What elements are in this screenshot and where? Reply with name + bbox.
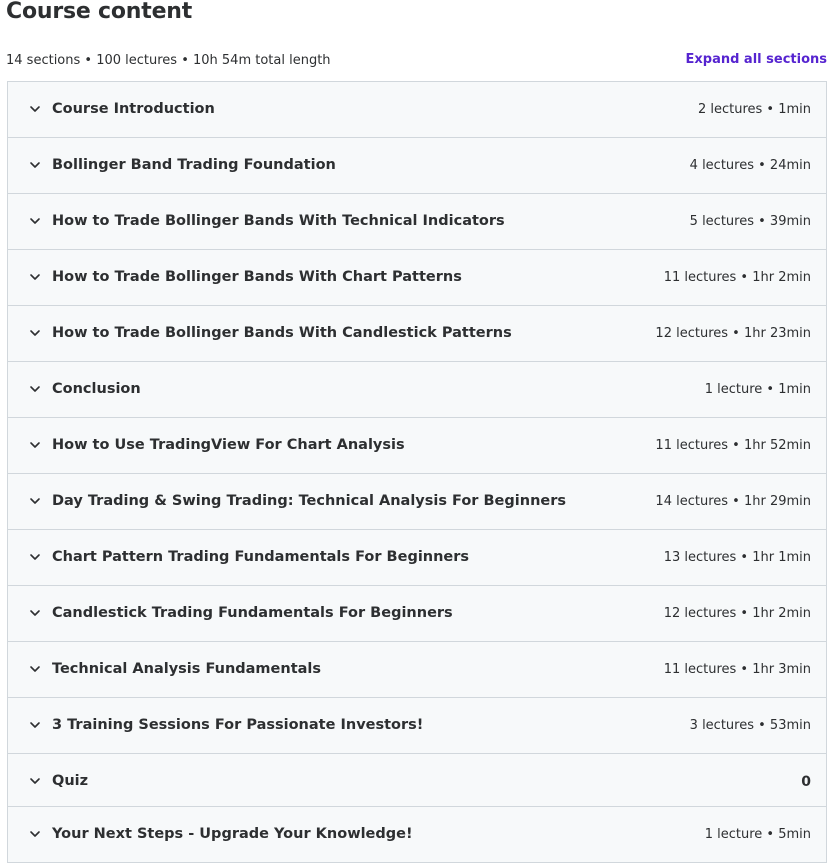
chevron-down-icon xyxy=(29,551,41,563)
chevron-down-icon xyxy=(29,159,41,171)
section-title: 3 Training Sessions For Passionate Inves… xyxy=(52,717,424,733)
chevron-down-icon xyxy=(29,383,41,395)
section-lecture-info: 11 lectures • 1hr 3min xyxy=(663,662,811,677)
section-lecture-info: 2 lectures • 1min xyxy=(697,102,811,117)
section-lecture-info: 3 lectures • 53min xyxy=(689,718,811,733)
section-title: Conclusion xyxy=(52,381,141,397)
section-lecture-info: 5 lectures • 39min xyxy=(689,214,811,229)
section-header-4[interactable]: How to Trade Bollinger Bands With Chart … xyxy=(8,250,826,306)
section-lecture-info: 12 lectures • 1hr 2min xyxy=(663,606,811,621)
course-summary: 14 sections • 100 lectures • 10h 54m tot… xyxy=(6,53,331,68)
chevron-down-icon xyxy=(29,495,41,507)
section-header-13[interactable]: Quiz 0 xyxy=(8,754,826,807)
chevron-down-icon xyxy=(29,439,41,451)
chevron-down-icon xyxy=(29,828,41,840)
section-lecture-info: 0 xyxy=(801,774,811,790)
section-title: Candlestick Trading Fundamentals For Beg… xyxy=(52,605,453,621)
course-summary-row: 14 sections • 100 lectures • 10h 54m tot… xyxy=(6,52,827,70)
section-header-10[interactable]: Candlestick Trading Fundamentals For Beg… xyxy=(8,586,826,642)
section-header-3[interactable]: How to Trade Bollinger Bands With Techni… xyxy=(8,194,826,250)
page-title: Course content xyxy=(6,0,193,24)
section-title: Chart Pattern Trading Fundamentals For B… xyxy=(52,549,470,565)
section-header-6[interactable]: Conclusion 1 lecture • 1min xyxy=(8,362,826,418)
chevron-down-icon xyxy=(29,271,41,283)
section-title: How to Trade Bollinger Bands With Candle… xyxy=(52,325,512,341)
section-title: Your Next Steps - Upgrade Your Knowledge… xyxy=(52,826,413,842)
section-title: How to Use TradingView For Chart Analysi… xyxy=(52,437,405,453)
section-header-8[interactable]: Day Trading & Swing Trading: Technical A… xyxy=(8,474,826,530)
section-header-12[interactable]: 3 Training Sessions For Passionate Inves… xyxy=(8,698,826,754)
expand-all-sections-button[interactable]: Expand all sections xyxy=(686,51,828,69)
section-header-14[interactable]: Your Next Steps - Upgrade Your Knowledge… xyxy=(8,807,826,863)
section-lecture-info: 1 lecture • 1min xyxy=(704,382,811,397)
chevron-down-icon xyxy=(29,215,41,227)
section-lecture-info: 13 lectures • 1hr 1min xyxy=(663,550,811,565)
chevron-down-icon xyxy=(29,607,41,619)
section-header-11[interactable]: Technical Analysis Fundamentals 11 lectu… xyxy=(8,642,826,698)
section-header-1[interactable]: Course Introduction 2 lectures • 1min xyxy=(8,82,826,138)
section-lecture-info: 14 lectures • 1hr 29min xyxy=(655,494,811,509)
section-header-5[interactable]: How to Trade Bollinger Bands With Candle… xyxy=(8,306,826,362)
section-header-9[interactable]: Chart Pattern Trading Fundamentals For B… xyxy=(8,530,826,586)
section-lecture-info: 4 lectures • 24min xyxy=(689,158,811,173)
chevron-down-icon xyxy=(29,719,41,731)
section-title: Bollinger Band Trading Foundation xyxy=(52,157,336,173)
section-title: Day Trading & Swing Trading: Technical A… xyxy=(52,493,567,509)
section-lecture-info: 1 lecture • 5min xyxy=(704,827,811,842)
section-title: Quiz xyxy=(52,773,89,789)
section-title: Technical Analysis Fundamentals xyxy=(52,661,322,677)
section-header-7[interactable]: How to Use TradingView For Chart Analysi… xyxy=(8,418,826,474)
section-title: How to Trade Bollinger Bands With Techni… xyxy=(52,213,505,229)
section-lecture-info: 11 lectures • 1hr 2min xyxy=(663,270,811,285)
chevron-down-icon xyxy=(29,327,41,339)
section-header-2[interactable]: Bollinger Band Trading Foundation 4 lect… xyxy=(8,138,826,194)
section-title: How to Trade Bollinger Bands With Chart … xyxy=(52,269,462,285)
section-lecture-info: 11 lectures • 1hr 52min xyxy=(655,438,811,453)
chevron-down-icon xyxy=(29,663,41,675)
section-title: Course Introduction xyxy=(52,101,215,117)
course-sections-list: Course Introduction 2 lectures • 1min Bo… xyxy=(7,81,827,863)
section-lecture-info: 12 lectures • 1hr 23min xyxy=(655,326,811,341)
chevron-down-icon xyxy=(29,775,41,787)
chevron-down-icon xyxy=(29,103,41,115)
